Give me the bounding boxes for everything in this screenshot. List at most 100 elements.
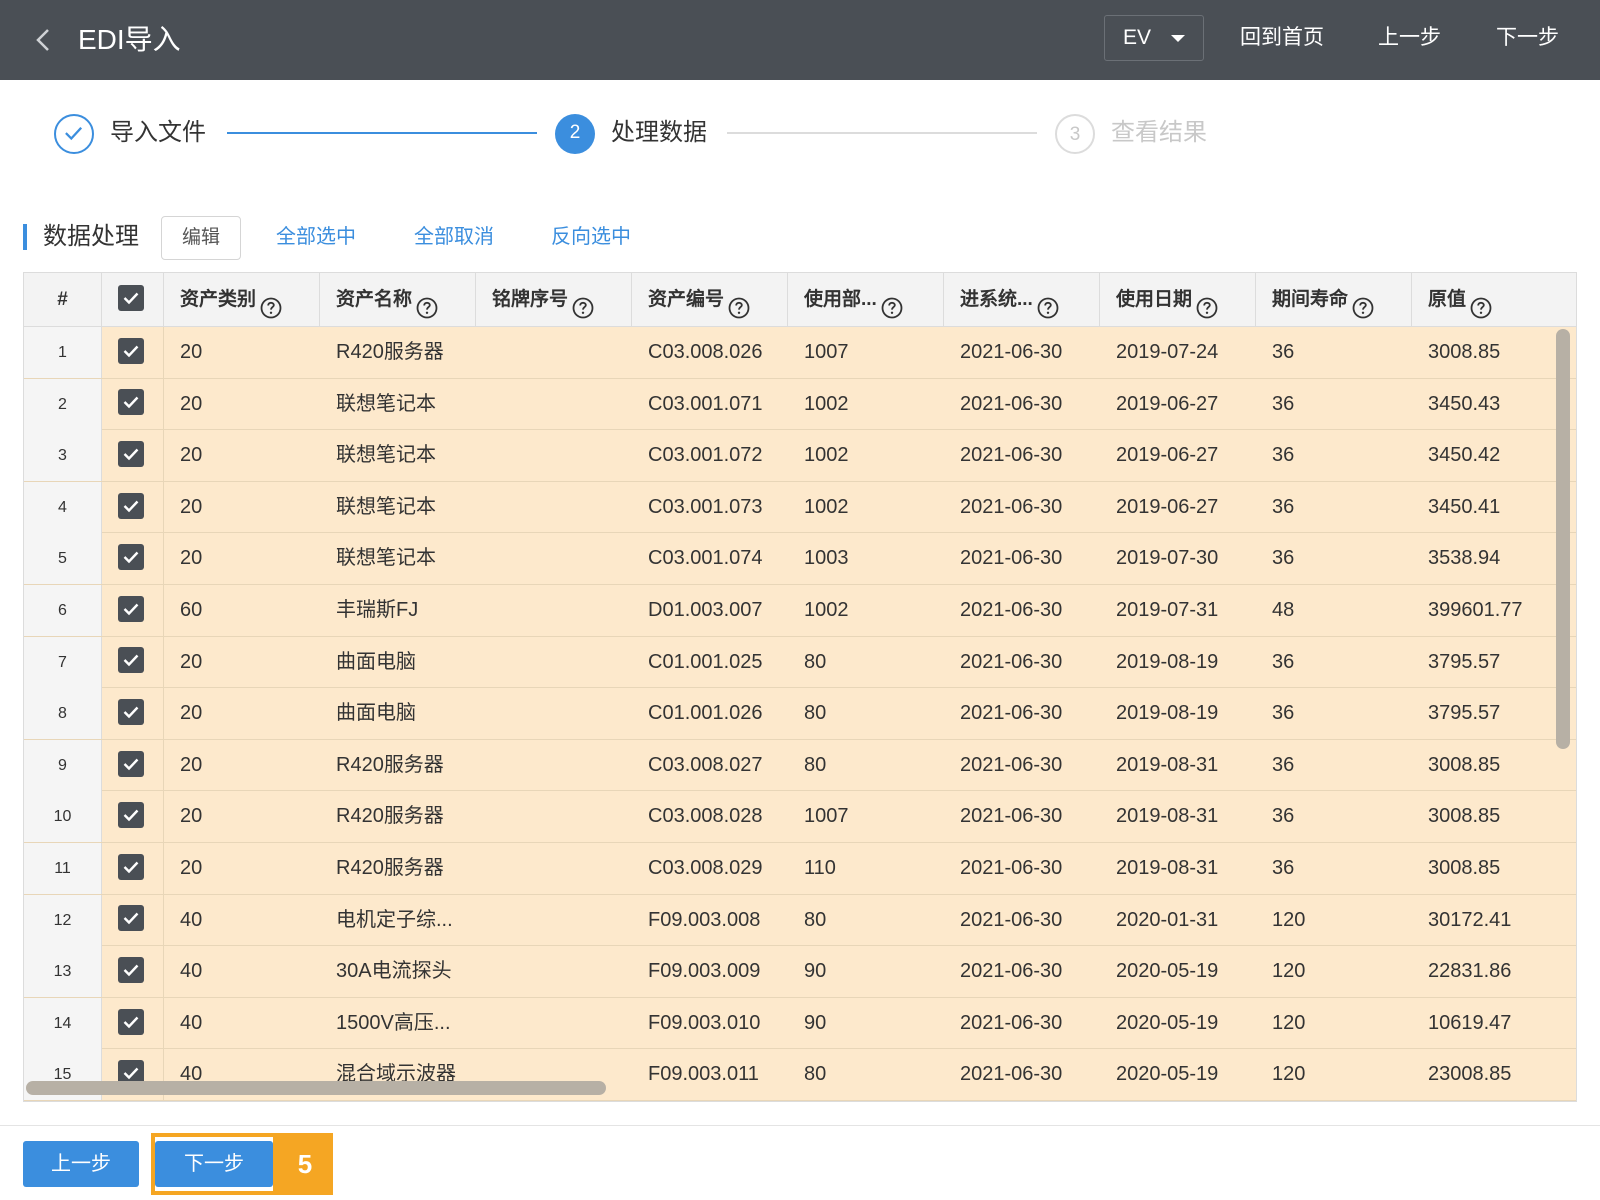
help-icon[interactable]	[728, 287, 750, 319]
cell-use: 2019-07-30	[1116, 547, 1219, 570]
select-all-link[interactable]: 全部选中	[276, 222, 356, 252]
table-row[interactable]: 7 20 曲面电脑 C01.001.025 80 2021-06-30 2019-08-19…	[24, 636, 1576, 689]
table-row[interactable]: 11 20 R420服务器 C03.008.029 110 2021-06-30 2019-…	[24, 843, 1576, 895]
row-index: 4	[24, 481, 102, 533]
cell-dept: 110	[804, 857, 836, 879]
row-checkbox[interactable]	[102, 533, 164, 585]
cell-value: 3538.94	[1428, 547, 1501, 570]
cell-entry: 2021-06-30	[960, 753, 1063, 776]
table-row[interactable]: 8 20 曲面电脑 C01.001.026 80 2021-06-30 2019-08-19…	[24, 688, 1576, 740]
checkbox-checked-icon[interactable]	[118, 750, 144, 777]
cell-dept: 1007	[804, 341, 849, 363]
checkbox-checked-icon[interactable]	[118, 647, 144, 674]
table-row[interactable]: 5 20 联想笔记本 C03.001.074 1003 2021-06-30 2019-07…	[24, 533, 1576, 585]
table-row[interactable]: 10 20 R420服务器 C03.008.028 1007 2021-06-30 2019…	[24, 791, 1576, 843]
cell-name: R420服务器	[336, 753, 444, 776]
header-entry: 进系统...	[944, 273, 1100, 327]
row-checkbox[interactable]	[102, 739, 164, 791]
row-checkbox[interactable]	[102, 946, 164, 998]
checkbox-checked-icon[interactable]	[118, 544, 144, 571]
cell-life: 36	[1272, 650, 1295, 673]
table-row[interactable]: 4 20 联想笔记本 C03.001.073 1002 2021-06-30 2019-06…	[24, 481, 1576, 534]
header-next-button[interactable]: 下一步	[1496, 22, 1559, 54]
deselect-all-link[interactable]: 全部取消	[414, 222, 494, 252]
home-button[interactable]: 回到首页	[1240, 22, 1324, 54]
checkbox-checked-icon[interactable]	[118, 389, 144, 416]
horizontal-scrollbar[interactable]	[26, 1081, 606, 1095]
header-label: 期间寿命	[1272, 289, 1349, 310]
row-checkbox[interactable]	[102, 688, 164, 740]
cell-life: 120	[1272, 960, 1306, 983]
cell-cat: 20	[180, 650, 203, 673]
checkbox-checked-icon[interactable]	[118, 1008, 144, 1035]
row-checkbox[interactable]	[102, 843, 164, 894]
table-row[interactable]: 14 40 1500V高压... F09.003.010 90 2021-06-30 202…	[24, 997, 1576, 1050]
checkbox-checked-icon[interactable]	[118, 492, 144, 519]
cell-life: 48	[1272, 599, 1295, 621]
row-checkbox[interactable]	[102, 585, 164, 636]
cell-value: 3008.85	[1428, 857, 1501, 879]
cell-value: 10619.47	[1428, 1011, 1512, 1034]
cell-entry: 2021-06-30	[960, 495, 1063, 518]
table-row[interactable]: 3 20 联想笔记本 C03.001.072 1002 2021-06-30 2019-06…	[24, 430, 1576, 482]
checkbox-checked-icon[interactable]	[118, 956, 144, 983]
row-checkbox[interactable]	[102, 481, 164, 533]
cell-cat: 20	[180, 753, 203, 776]
cell-life: 120	[1272, 908, 1306, 931]
help-icon[interactable]	[572, 287, 594, 319]
cell-value: 3008.85	[1428, 753, 1501, 776]
help-icon[interactable]	[1037, 287, 1059, 319]
header-prev-button[interactable]: 上一步	[1378, 22, 1441, 54]
header-select-all-checkbox[interactable]	[102, 273, 164, 327]
row-checkbox[interactable]	[102, 894, 164, 946]
edit-button[interactable]: 编辑	[161, 216, 241, 260]
row-checkbox[interactable]	[102, 430, 164, 482]
section-marker	[23, 224, 27, 250]
next-step-button[interactable]: 下一步	[155, 1141, 273, 1187]
caret-down-icon	[1171, 35, 1185, 42]
table-row[interactable]: 2 20 联想笔记本 C03.001.071 1002 2021-06-30 2019-06…	[24, 378, 1576, 431]
vertical-scrollbar[interactable]	[1556, 329, 1570, 749]
checkbox-checked-icon[interactable]	[118, 853, 144, 880]
cell-name: 联想笔记本	[336, 444, 436, 467]
table-row[interactable]: 12 40 电机定子综... F09.003.008 80 2021-06-30 2020-…	[24, 894, 1576, 947]
checkbox-checked-icon[interactable]	[118, 284, 144, 311]
row-index: 12	[24, 894, 102, 946]
row-checkbox[interactable]	[102, 791, 164, 843]
help-icon[interactable]	[1470, 287, 1492, 319]
prev-step-button[interactable]: 上一步	[23, 1141, 139, 1187]
table-row[interactable]: 6 60 丰瑞斯FJ D01.003.007 1002 2021-06-30 2019-07…	[24, 585, 1576, 637]
back-arrow-icon[interactable]	[30, 26, 58, 54]
row-checkbox[interactable]	[102, 997, 164, 1049]
table-row[interactable]: 1 20 R420服务器 C03.008.026 1007 2021-06-30 2019-…	[24, 327, 1576, 379]
checkbox-checked-icon[interactable]	[118, 905, 144, 932]
row-checkbox[interactable]	[102, 636, 164, 688]
help-icon[interactable]	[1352, 287, 1374, 319]
cell-code: F09.003.010	[648, 1011, 761, 1034]
checkbox-checked-icon[interactable]	[118, 337, 144, 364]
header-label: 铭牌序号	[492, 289, 569, 310]
page-title: EDI导入	[78, 24, 181, 55]
row-checkbox[interactable]	[102, 327, 164, 378]
help-icon[interactable]	[416, 287, 438, 319]
table-row[interactable]: 13 40 30A电流探头 F09.003.009 90 2021-06-30 2020-0…	[24, 946, 1576, 998]
help-icon[interactable]	[260, 287, 282, 319]
cell-cat: 20	[180, 495, 203, 518]
cell-use: 2019-07-24	[1116, 341, 1219, 363]
checkbox-checked-icon[interactable]	[118, 698, 144, 725]
checkbox-checked-icon[interactable]	[118, 595, 144, 622]
cell-name: R420服务器	[336, 341, 444, 363]
table-row[interactable]: 9 20 R420服务器 C03.008.027 80 2021-06-30 2019-08…	[24, 739, 1576, 792]
header-code: 资产编号	[632, 273, 788, 327]
checkbox-checked-icon[interactable]	[118, 440, 144, 467]
cell-code: F09.003.009	[648, 960, 761, 983]
row-index: 13	[24, 946, 102, 998]
row-checkbox[interactable]	[102, 378, 164, 430]
help-icon[interactable]	[881, 287, 903, 319]
language-select[interactable]: EV	[1104, 15, 1204, 61]
cell-value: 3795.57	[1428, 650, 1501, 673]
checkbox-checked-icon[interactable]	[118, 802, 144, 829]
invert-selection-link[interactable]: 反向选中	[551, 222, 631, 252]
row-index: 10	[24, 791, 102, 843]
help-icon[interactable]	[1196, 287, 1218, 319]
